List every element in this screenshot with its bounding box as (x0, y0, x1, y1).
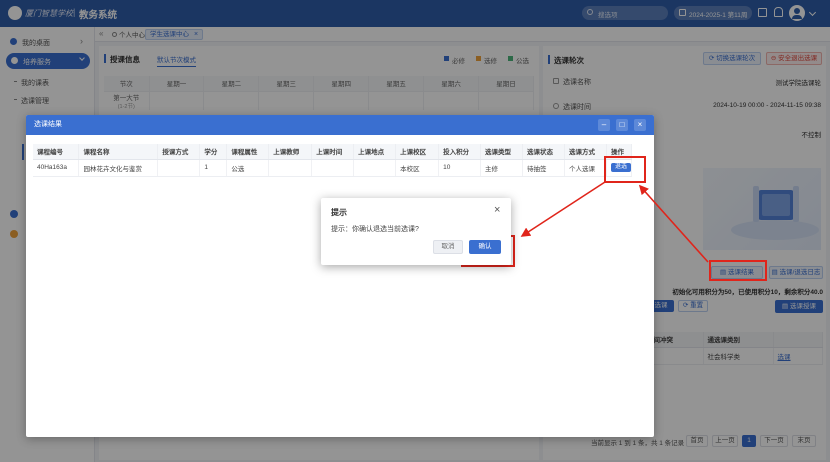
confirm-cancel-button[interactable]: 取消 (433, 240, 463, 254)
course-result-modal: 选课结果 – □ × 课程编号 课程名称 授课方式 学分 课程属性 上课教师 上… (26, 115, 654, 437)
table-header: 授课方式 (157, 144, 201, 160)
table-cell: 10 (438, 159, 482, 177)
table-header: 上课时间 (311, 144, 355, 160)
confirm-close-icon[interactable]: × (494, 204, 500, 216)
table-header: 课程名称 (78, 144, 159, 160)
table-cell (353, 159, 397, 177)
table-cell: 40Ha163a (33, 159, 80, 177)
highlight-result-button (709, 260, 767, 281)
table-row: 40Ha163a 园林花卉文化与鉴赏 1 公选 本校区 10 主修 待抽签 个人… (33, 159, 632, 177)
table-cell (268, 159, 313, 177)
table-header: 课程编号 (33, 144, 80, 160)
table-header: 上课教师 (268, 144, 313, 160)
table-cell: 个人选课 (564, 159, 608, 177)
confirm-message: 提示：你确认退选当前选课? (331, 226, 419, 233)
table-cell (157, 159, 201, 177)
table-cell: 主修 (480, 159, 523, 177)
result-table: 课程编号 课程名称 授课方式 学分 课程属性 上课教师 上课时间 上课地点 上课… (33, 144, 632, 177)
table-header: 选课类型 (480, 144, 523, 160)
confirm-title: 提示 (331, 208, 347, 217)
table-cell: 园林花卉文化与鉴赏 (78, 159, 159, 177)
table-header: 选课状态 (522, 144, 565, 160)
table-header: 课程属性 (226, 144, 270, 160)
table-header: 投入积分 (438, 144, 482, 160)
table-header: 上课地点 (353, 144, 397, 160)
modal-title: 选课结果 (34, 121, 62, 128)
table-header: 上课校区 (395, 144, 440, 160)
close-icon[interactable]: × (634, 119, 646, 131)
table-cell: 本校区 (395, 159, 440, 177)
table-header: 选课方式 (564, 144, 608, 160)
table-header: 学分 (199, 144, 228, 160)
modal-header: 选课结果 – □ × (26, 115, 654, 135)
confirm-dialog: 提示 × 提示：你确认退选当前选课? 取消 确认 (321, 198, 511, 265)
table-cell (311, 159, 355, 177)
confirm-ok-button[interactable]: 确认 (469, 240, 501, 254)
maximize-icon[interactable]: □ (616, 119, 628, 131)
table-header-row: 课程编号 课程名称 授课方式 学分 课程属性 上课教师 上课时间 上课地点 上课… (33, 144, 632, 160)
table-cell: 待抽签 (522, 159, 565, 177)
minimize-icon[interactable]: – (598, 119, 610, 131)
table-cell: 公选 (226, 159, 270, 177)
highlight-withdraw (604, 156, 646, 183)
table-cell: 1 (199, 159, 228, 177)
